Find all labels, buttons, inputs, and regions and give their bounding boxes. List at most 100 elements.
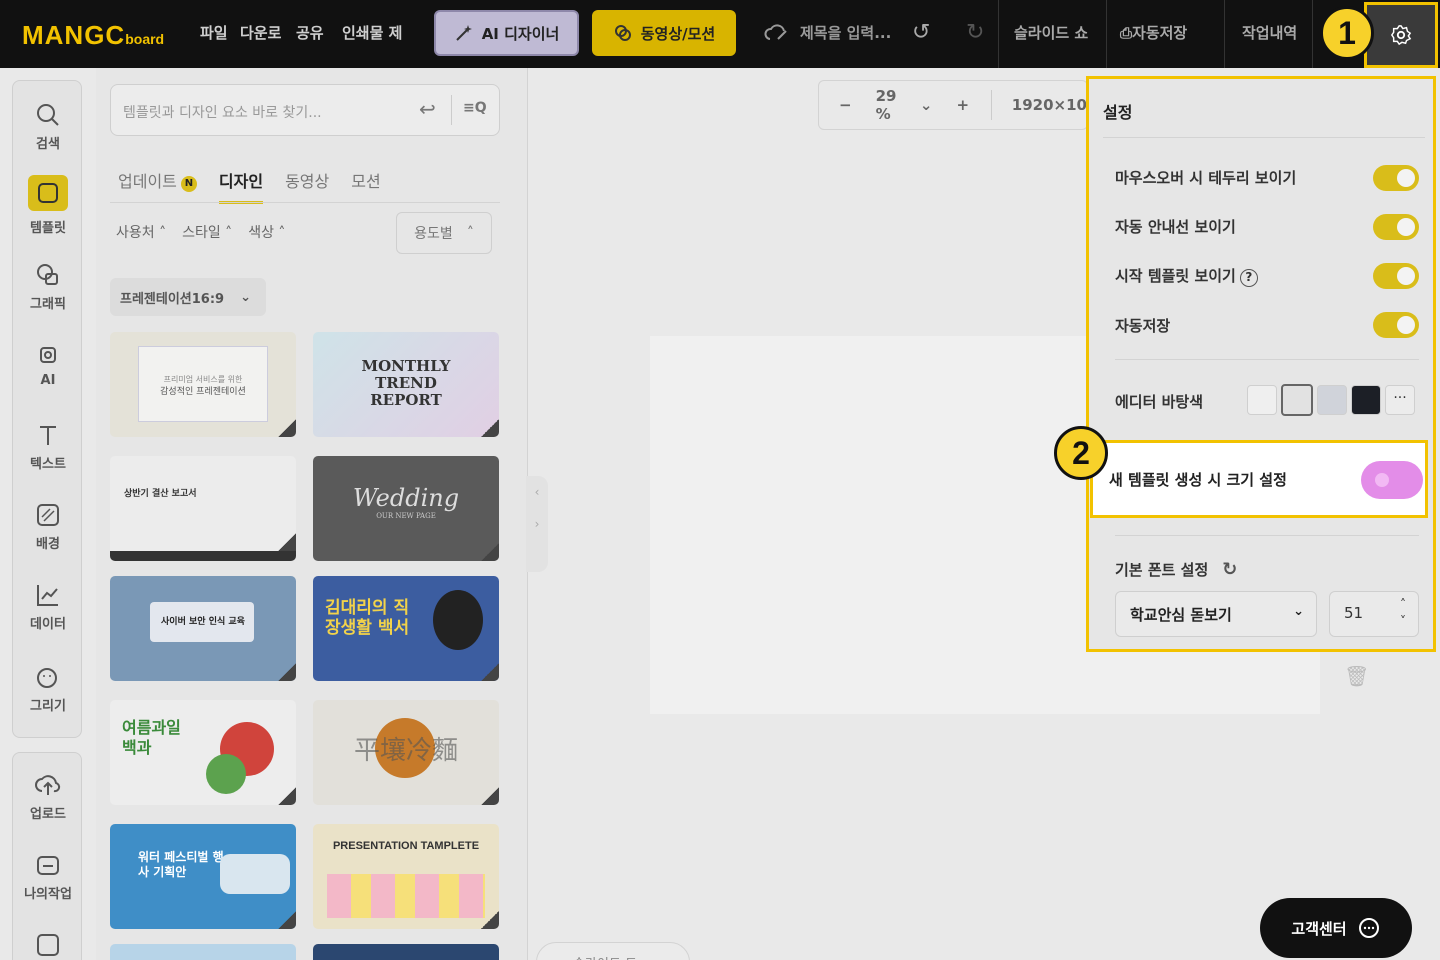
zoom-out-button[interactable]: − [839, 96, 852, 114]
help-icon[interactable]: ? [1239, 269, 1258, 287]
rail-item-background[interactable]: 배경 [13, 501, 83, 552]
zoom-in-button[interactable]: + [956, 96, 969, 114]
hover-border-toggle[interactable] [1373, 165, 1419, 191]
start-template-toggle[interactable] [1373, 263, 1419, 289]
template-thumb[interactable]: 김대리의 직장생활 백서 [313, 576, 499, 681]
setting-label: 시작 템플릿 보이기? [1115, 265, 1258, 287]
zoom-dropdown-icon[interactable]: ⌄ [920, 96, 933, 114]
autosave-toggle[interactable] [1373, 312, 1419, 338]
ai-chip-icon [40, 347, 56, 363]
template-size-toggle[interactable] [1361, 461, 1423, 499]
filter-usage[interactable]: 사용처 ˄ [116, 222, 166, 242]
chevron-down-icon: ⌄ [1293, 604, 1304, 619]
zoom-value: 29 % [875, 87, 897, 123]
rail-item-my-work[interactable]: 나의작업 [13, 851, 83, 902]
bg-swatch-light-gray[interactable] [1281, 384, 1313, 416]
gear-icon [1390, 25, 1412, 46]
rail-item-more[interactable] [13, 931, 83, 960]
settings-panel: 설정 마우스오버 시 테두리 보이기 자동 안내선 보이기 시작 템플릿 보이기… [1086, 76, 1436, 652]
tab-motion[interactable]: 모션 [351, 168, 380, 204]
title-placeholder: 제목을 입력... [800, 24, 892, 42]
bg-swatch-white[interactable] [1247, 385, 1277, 415]
template-thumb[interactable]: 프리미엄 서비스를 위한 감성적인 프레젠테이션 [110, 332, 296, 437]
settings-title: 설정 [1103, 103, 1133, 122]
canvas-size[interactable]: 1920×10 [1012, 96, 1087, 114]
redo-icon[interactable]: ↻ [966, 20, 984, 45]
template-size-setting-row: 새 템플릿 생성 시 크기 설정 [1090, 440, 1428, 518]
menu-file[interactable]: 파일 [200, 22, 228, 43]
video-motion-button[interactable]: 동영상/모션 [592, 10, 736, 56]
rail-item-search[interactable]: 검색 [13, 101, 83, 152]
setting-label: 자동 안내선 보이기 [1115, 218, 1236, 236]
font-size-stepper[interactable]: 51 ˄ ˅ [1329, 591, 1419, 637]
undo-icon[interactable]: ↺ [912, 20, 930, 45]
support-label: 고객센터 [1291, 919, 1347, 938]
search-input[interactable]: 템플릿과 디자인 요소 바로 찾기... ↩ ≡Q [110, 84, 500, 136]
top-bar: MANGCboard 파일 다운로 공유 인쇄물 제 AI 디자이너 동영상/모… [0, 0, 1440, 68]
menu-print[interactable]: 인쇄물 제 [342, 22, 402, 43]
template-thumb[interactable]: 상반기 결산 보고서 [110, 456, 296, 561]
save-icon: ⎙ [1120, 24, 1133, 42]
rail-item-data[interactable]: 데이터 [13, 581, 83, 632]
filter-color[interactable]: 색상 ˄ [248, 222, 285, 242]
template-thumb[interactable]: 워터 페스티벌 행사 기획안 [110, 824, 296, 929]
trash-icon[interactable]: 🗑 [1344, 664, 1369, 688]
rail-item-draw[interactable]: 그리기 [13, 663, 83, 714]
bg-swatch-dark[interactable] [1351, 385, 1381, 415]
chevron-down-icon: ⌄ [240, 289, 252, 305]
stepper-arrows-icon[interactable]: ˄ ˅ [1400, 596, 1406, 630]
zoom-control: − 29 % ⌄ + 1920×10 [818, 80, 1088, 130]
background-icon [37, 504, 59, 526]
step-marker-1: 1 [1320, 6, 1374, 60]
support-button[interactable]: 고객센터 [1260, 898, 1412, 958]
mangoboard-logo[interactable]: MANGCboard [22, 20, 164, 51]
category-select[interactable]: 프레젠테이션16:9 ⌄ [110, 278, 266, 316]
panel-collapse-handle[interactable]: ‹ › [526, 476, 548, 572]
editor-bg-label: 에디터 바탕색 [1115, 393, 1204, 411]
more-colors-icon[interactable]: ··· [1385, 385, 1415, 415]
auto-guide-toggle[interactable] [1373, 214, 1419, 240]
tab-design[interactable]: 디자인 [218, 168, 264, 204]
template-thumb[interactable]: Wedding OUR NEW PAGE [313, 456, 499, 561]
enter-icon[interactable]: ↩ [419, 97, 436, 121]
menu-download[interactable]: 다운로 [240, 22, 281, 43]
rail-item-ai[interactable]: AI [13, 341, 83, 388]
rail-item-upload[interactable]: 업로드 [13, 771, 83, 822]
tab-update[interactable]: 업데이트 N [118, 168, 197, 204]
ai-designer-label: AI 디자이너 [481, 24, 560, 43]
motion-icon [614, 25, 631, 41]
menu-share[interactable]: 공유 [296, 22, 324, 43]
ai-designer-button[interactable]: AI 디자이너 [434, 10, 579, 56]
new-badge: N [180, 176, 197, 192]
template-thumb[interactable]: PRESENTATION TAMPLETE [313, 824, 499, 929]
reset-icon[interactable]: ↻ [1222, 559, 1237, 580]
slide-tab[interactable]: ㅁ 슬라이드 도 [536, 942, 690, 960]
template-thumb[interactable]: 平壤冷麵 [313, 700, 499, 805]
rail-item-template[interactable]: 템플릿 [13, 175, 83, 236]
autosave-button[interactable]: ⎙자동저장 [1120, 22, 1187, 43]
template-thumb[interactable]: 여름과일 백과 [110, 700, 296, 805]
bg-swatch-blue-gray[interactable] [1317, 385, 1347, 415]
list-search-icon[interactable]: ≡Q [463, 100, 487, 116]
template-thumb[interactable]: MONTHLY TREND REPORT [313, 332, 499, 437]
history-button[interactable]: 작업내역 [1242, 22, 1297, 43]
filter-style[interactable]: 스타일 ˄ [182, 222, 232, 242]
settings-button[interactable] [1364, 2, 1438, 68]
use-filter-button[interactable]: 용도별 ˄ [396, 212, 492, 254]
chat-bubble-icon [1358, 918, 1379, 938]
left-rail: 검색 템플릿 그래픽 AI 텍스트 배경 데이터 그리기 [12, 80, 82, 738]
magic-wand-icon [455, 25, 472, 41]
template-icon [38, 183, 58, 203]
search-icon [37, 104, 59, 126]
slideshow-button[interactable]: 슬라이드 쇼 [1014, 22, 1088, 43]
title-input[interactable]: 제목을 입력... [764, 22, 891, 43]
rail-item-graphic[interactable]: 그래픽 [13, 261, 83, 312]
rail-item-text[interactable]: 텍스트 [13, 421, 83, 472]
draw-icon [37, 668, 57, 688]
default-font-select[interactable]: 학교안심 돋보기 ⌄ [1115, 591, 1317, 637]
font-setting-label: 기본 폰트 설정 ↻ [1115, 559, 1238, 580]
filter-row: 사용처 ˄ 스타일 ˄ 색상 ˄ [116, 222, 285, 242]
template-thumb[interactable]: 사이버 보안 인식 교육 [110, 576, 296, 681]
tab-video[interactable]: 동영상 [285, 168, 329, 204]
setting-label: 자동저장 [1115, 317, 1171, 335]
